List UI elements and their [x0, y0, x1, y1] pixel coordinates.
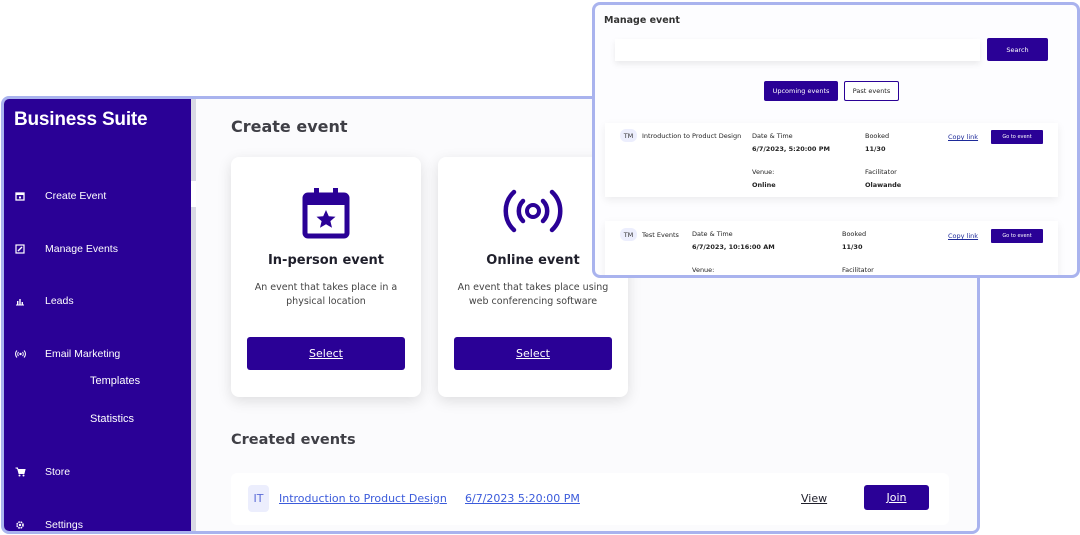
booked-label: Booked: [865, 132, 890, 140]
booked-value: 11/30: [865, 145, 886, 153]
card-description: An event that takes place using web conf…: [457, 282, 609, 307]
manage-event-card: TM Test Events Date & Time 6/7/2023, 10:…: [605, 221, 1058, 275]
created-event-row: IT Introduction to Product Design 6/7/20…: [231, 473, 949, 525]
manage-event-title: Manage event: [604, 15, 680, 26]
card-title: In-person event: [267, 253, 385, 268]
gear-icon: [14, 519, 26, 531]
venue-value: Online: [752, 181, 776, 189]
copy-link[interactable]: Copy link: [948, 133, 978, 141]
calendar-star-icon: [231, 187, 421, 239]
date-time-label: Date & Time: [752, 132, 793, 140]
select-in-person-button[interactable]: Select: [247, 337, 405, 370]
go-to-event-button[interactable]: Go to event: [991, 229, 1043, 243]
sidebar-subitem-templates[interactable]: Templates: [90, 375, 140, 387]
facilitator-label: Facilitator: [842, 266, 874, 274]
event-avatar: TM: [620, 129, 637, 142]
date-time-value: 6/7/2023, 5:20:00 PM: [752, 145, 830, 153]
date-time-value: 6/7/2023, 10:16:00 AM: [692, 243, 775, 251]
search-input[interactable]: [615, 39, 980, 61]
sidebar-item-label: Store: [45, 466, 71, 478]
booked-label: Booked: [842, 230, 867, 238]
venue-label: Venue:: [692, 266, 715, 274]
venue-label: Venue:: [752, 168, 775, 176]
created-events-title: Created events: [231, 432, 356, 448]
booked-value: 11/30: [842, 243, 863, 251]
sidebar-subitem-statistics[interactable]: Statistics: [90, 413, 134, 425]
sidebar-item-store[interactable]: Store: [14, 466, 70, 478]
sidebar: Business Suite Create Event Manage Event…: [4, 99, 196, 531]
event-date-link[interactable]: 6/7/2023 5:20:00 PM: [465, 492, 580, 505]
event-name-link[interactable]: Introduction to Product Design: [279, 492, 447, 505]
bar-chart-icon: [14, 295, 26, 307]
date-time-label: Date & Time: [692, 230, 733, 238]
manage-event-card: TM Introduction to Product Design Date &…: [605, 123, 1058, 197]
sidebar-item-create-event[interactable]: Create Event: [14, 190, 106, 202]
sidebar-item-label: Email Marketing: [45, 348, 121, 360]
broadcast-icon: [14, 348, 26, 360]
screenshot-stage: Business Suite Create Event Manage Event…: [0, 0, 1080, 535]
tab-past-events[interactable]: Past events: [844, 81, 899, 101]
sidebar-item-label: Settings: [45, 519, 83, 531]
search-button[interactable]: Search: [987, 38, 1048, 61]
event-avatar: IT: [248, 485, 269, 512]
event-avatar: TM: [620, 228, 637, 241]
tab-upcoming-events[interactable]: Upcoming events: [764, 81, 838, 101]
event-name: Introduction to Product Design: [642, 132, 742, 140]
facilitator-label: Facilitator: [865, 168, 897, 176]
manage-event-window: Manage event Search Upcoming events Past…: [592, 2, 1080, 278]
in-person-event-card: In-person event An event that takes plac…: [231, 157, 421, 397]
sidebar-item-settings[interactable]: Settings: [14, 519, 83, 531]
sidebar-item-manage-events[interactable]: Manage Events: [14, 243, 118, 255]
facilitator-value: Olawande: [865, 181, 902, 189]
edit-icon: [14, 243, 26, 255]
sidebar-item-email-marketing[interactable]: Email Marketing: [14, 348, 120, 360]
sidebar-item-label: Manage Events: [45, 243, 118, 255]
event-name: Test Events: [642, 231, 679, 239]
card-description: An event that takes place in a physical …: [254, 282, 398, 307]
calendar-icon: [14, 190, 26, 202]
select-online-button[interactable]: Select: [454, 337, 612, 370]
go-to-event-button[interactable]: Go to event: [991, 130, 1043, 144]
page-title: Create event: [231, 117, 348, 136]
sidebar-item-label: Create Event: [45, 190, 107, 202]
join-button[interactable]: Join: [864, 485, 929, 510]
sidebar-item-label: Leads: [45, 295, 74, 307]
cart-icon: [14, 466, 26, 478]
brand-title: Business Suite: [14, 109, 148, 130]
view-link[interactable]: View: [801, 492, 827, 505]
copy-link[interactable]: Copy link: [948, 232, 978, 240]
sidebar-item-leads[interactable]: Leads: [14, 295, 74, 307]
